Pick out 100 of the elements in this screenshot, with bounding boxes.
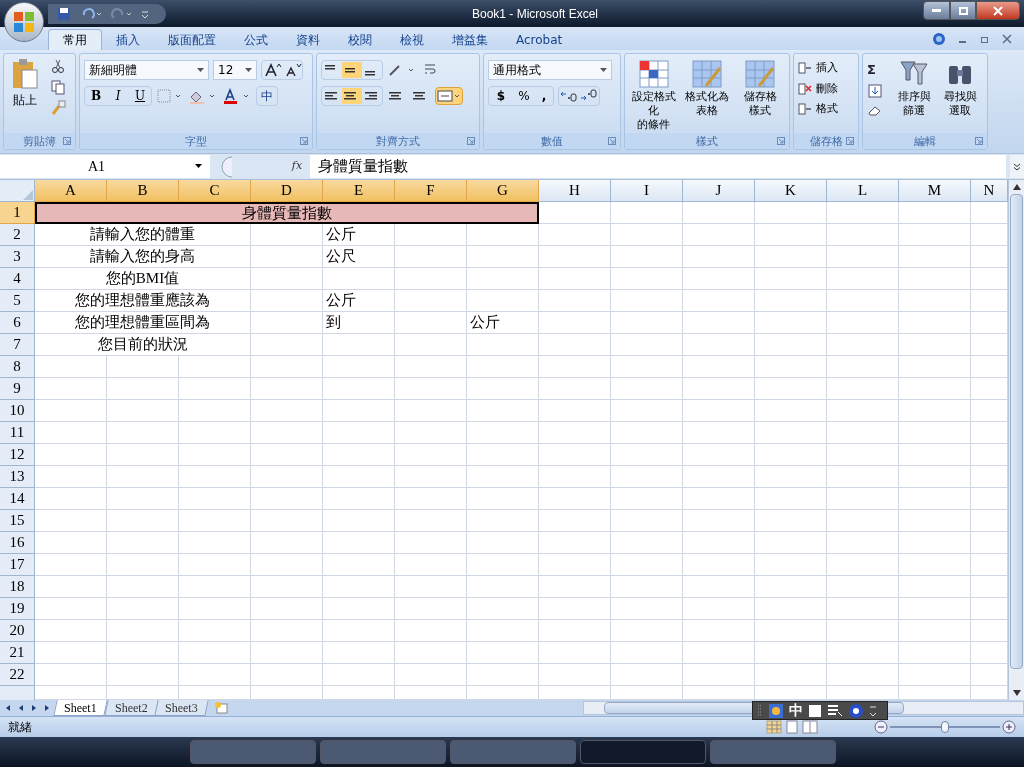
table-cell[interactable] xyxy=(827,642,899,664)
table-cell[interactable] xyxy=(611,268,683,290)
table-cell[interactable] xyxy=(539,488,611,510)
table-cell[interactable] xyxy=(179,576,251,598)
column-header[interactable]: A xyxy=(35,180,107,202)
table-cell[interactable] xyxy=(107,510,179,532)
table-cell[interactable] xyxy=(179,466,251,488)
copy-icon[interactable] xyxy=(50,79,66,95)
table-cell[interactable] xyxy=(395,554,467,576)
table-cell[interactable] xyxy=(683,510,755,532)
scroll-down-icon[interactable] xyxy=(1012,690,1021,696)
taskbar-button[interactable] xyxy=(190,740,316,764)
table-cell[interactable] xyxy=(683,598,755,620)
table-cell[interactable] xyxy=(899,224,971,246)
table-cell[interactable] xyxy=(539,378,611,400)
table-cell[interactable] xyxy=(35,444,107,466)
table-cell[interactable] xyxy=(899,532,971,554)
row-header[interactable]: 21 xyxy=(0,642,35,664)
table-cell[interactable] xyxy=(827,488,899,510)
dialog-launcher-icon[interactable] xyxy=(300,137,308,145)
table-cell[interactable] xyxy=(899,202,971,224)
table-cell[interactable] xyxy=(827,620,899,642)
table-cell[interactable] xyxy=(755,202,827,224)
table-cell[interactable] xyxy=(395,466,467,488)
table-cell[interactable] xyxy=(539,290,611,312)
style-button[interactable]: 設定格式化 的條件 xyxy=(629,58,679,132)
dialog-launcher-icon[interactable] xyxy=(975,137,983,145)
row-header[interactable]: 12 xyxy=(0,444,35,466)
table-cell[interactable] xyxy=(755,554,827,576)
table-cell[interactable]: 您的BMI值 xyxy=(35,268,251,290)
caret-icon[interactable] xyxy=(245,67,252,73)
column-header[interactable]: K xyxy=(755,180,827,202)
table-cell[interactable] xyxy=(827,400,899,422)
caret-icon[interactable] xyxy=(195,164,202,169)
column-header[interactable]: I xyxy=(611,180,683,202)
name-box[interactable]: A1 xyxy=(0,155,210,178)
table-cell[interactable] xyxy=(323,268,395,290)
bold-button[interactable]: B xyxy=(85,87,107,105)
table-cell[interactable] xyxy=(611,202,683,224)
table-cell[interactable] xyxy=(323,422,395,444)
ribbon-tab[interactable]: 資料 xyxy=(282,29,334,50)
table-cell[interactable] xyxy=(611,554,683,576)
table-cell[interactable] xyxy=(755,664,827,686)
formula-field[interactable]: 身體質量指數 xyxy=(310,155,1006,178)
table-cell[interactable] xyxy=(107,488,179,510)
caret-icon[interactable] xyxy=(197,67,204,73)
row-header[interactable]: 9 xyxy=(0,378,35,400)
table-cell[interactable] xyxy=(323,334,395,356)
zoom-in-icon[interactable] xyxy=(1002,720,1016,734)
table-cell[interactable] xyxy=(899,290,971,312)
table-cell[interactable] xyxy=(395,642,467,664)
table-cell[interactable] xyxy=(755,576,827,598)
comma-button[interactable]: , xyxy=(535,87,553,105)
table-cell[interactable] xyxy=(467,510,539,532)
table-cell[interactable] xyxy=(179,400,251,422)
table-cell[interactable] xyxy=(683,642,755,664)
table-cell[interactable] xyxy=(539,246,611,268)
zoom-out-icon[interactable] xyxy=(874,720,888,734)
table-cell[interactable] xyxy=(179,510,251,532)
ribbon-tab[interactable]: 增益集 xyxy=(438,29,502,50)
table-cell[interactable] xyxy=(611,664,683,686)
ribbon-tab[interactable]: 版面配置 xyxy=(154,29,230,50)
table-cell[interactable]: 公斤 xyxy=(323,290,395,312)
table-cell[interactable] xyxy=(539,664,611,686)
table-cell[interactable] xyxy=(899,510,971,532)
table-cell[interactable] xyxy=(467,400,539,422)
table-cell[interactable] xyxy=(395,246,467,268)
table-cell[interactable] xyxy=(539,532,611,554)
table-cell[interactable] xyxy=(683,422,755,444)
table-cell[interactable] xyxy=(755,488,827,510)
table-cell[interactable] xyxy=(683,246,755,268)
table-cell[interactable] xyxy=(683,356,755,378)
column-header[interactable]: H xyxy=(539,180,611,202)
title-cell[interactable]: 身體質量指數 xyxy=(35,202,539,224)
table-cell[interactable] xyxy=(755,400,827,422)
table-cell[interactable] xyxy=(35,356,107,378)
table-cell[interactable] xyxy=(539,598,611,620)
table-cell[interactable] xyxy=(683,488,755,510)
page-layout-icon[interactable] xyxy=(784,720,800,734)
dialog-launcher-icon[interactable] xyxy=(63,137,71,145)
zoom-slider[interactable] xyxy=(890,721,1000,733)
row-header[interactable]: 19 xyxy=(0,598,35,620)
table-cell[interactable] xyxy=(251,444,323,466)
table-cell[interactable] xyxy=(395,268,467,290)
table-cell[interactable] xyxy=(251,642,323,664)
table-cell[interactable] xyxy=(251,268,323,290)
table-cell[interactable] xyxy=(755,620,827,642)
table-cell[interactable] xyxy=(107,576,179,598)
table-cell[interactable] xyxy=(827,576,899,598)
row-header[interactable]: 14 xyxy=(0,488,35,510)
table-cell[interactable] xyxy=(539,202,611,224)
table-cell[interactable] xyxy=(827,202,899,224)
dialog-launcher-icon[interactable] xyxy=(777,137,785,145)
table-cell[interactable] xyxy=(251,224,323,246)
table-cell[interactable] xyxy=(539,510,611,532)
table-cell[interactable] xyxy=(539,422,611,444)
table-cell[interactable] xyxy=(683,224,755,246)
zoom-slider-thumb[interactable] xyxy=(941,721,949,733)
ribbon-tab[interactable]: Acrobat xyxy=(502,29,577,50)
table-cell[interactable] xyxy=(827,422,899,444)
